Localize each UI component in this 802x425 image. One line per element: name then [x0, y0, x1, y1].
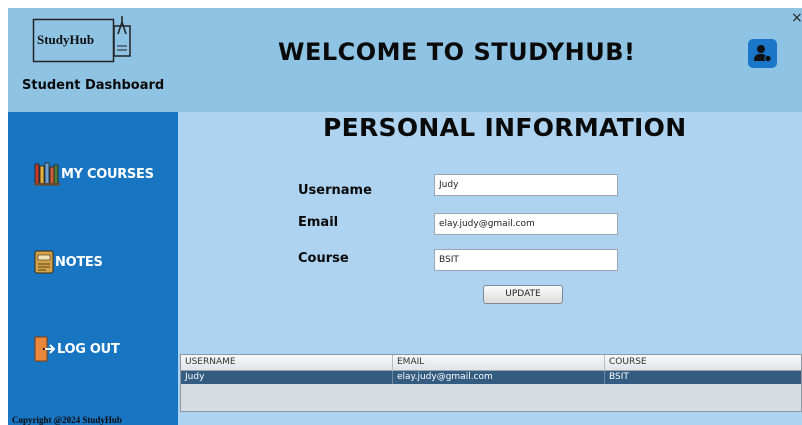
sidebar-item-label: NOTES [55, 254, 103, 270]
page-title: PERSONAL INFORMATION [323, 113, 687, 142]
table-cell-email: elay.judy@gmail.com [393, 371, 605, 384]
header-bar: StudyHub Student Dashboard WELCOME TO ST… [8, 8, 802, 112]
logo-text: StudyHub [37, 32, 95, 47]
profile-button[interactable] [748, 39, 777, 68]
studyhub-logo: StudyHub [32, 14, 138, 68]
column-header-course[interactable]: COURSE [605, 355, 801, 371]
email-label: Email [298, 215, 339, 230]
table-cell-course: BSIT [609, 372, 629, 382]
table-cell-username: Judy [181, 371, 393, 384]
main-panel: PERSONAL INFORMATION Username Email Cour… [178, 112, 802, 425]
exit-door-icon [34, 336, 56, 362]
sidebar-item-label: LOG OUT [57, 341, 120, 357]
sidebar-item-my-courses[interactable]: MY COURSES [34, 162, 154, 186]
welcome-title: WELCOME TO STUDYHUB! [278, 38, 636, 66]
course-label: Course [298, 251, 349, 266]
column-header-username[interactable]: USERNAME [181, 355, 393, 371]
notebook-icon [34, 250, 54, 274]
sidebar-item-label: MY COURSES [61, 166, 154, 182]
email-field[interactable] [434, 213, 618, 235]
copyright-text: Copyright @2024 StudyHub [12, 415, 122, 425]
sidebar-item-log-out[interactable]: LOG OUT [34, 336, 120, 362]
books-icon [34, 162, 60, 186]
column-header-email[interactable]: EMAIL [393, 355, 605, 371]
sidebar-item-notes[interactable]: NOTES [34, 250, 103, 274]
username-field[interactable] [434, 174, 618, 196]
table-row[interactable]: Judy elay.judy@gmail.com BSIT [181, 371, 801, 384]
username-label: Username [298, 183, 372, 198]
app-window: StudyHub Student Dashboard WELCOME TO ST… [8, 8, 802, 425]
user-table: USERNAME EMAIL COURSE Judy elay.judy@gma… [180, 354, 802, 412]
course-field[interactable] [434, 249, 618, 271]
update-button[interactable]: UPDATE [483, 285, 563, 304]
sidebar: MY COURSES NOTES LOG OUT Copyright @2024… [8, 112, 178, 425]
user-settings-icon [754, 45, 772, 63]
close-button[interactable]: × [791, 10, 802, 26]
table-header: USERNAME EMAIL COURSE [181, 355, 801, 371]
dashboard-subtitle: Student Dashboard [22, 78, 165, 93]
